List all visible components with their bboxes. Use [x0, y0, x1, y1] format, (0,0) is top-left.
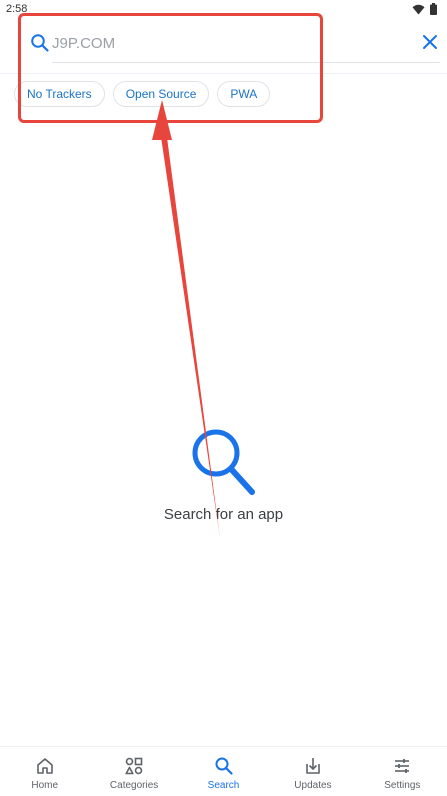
nav-label-search: Search	[207, 780, 240, 791]
filter-chips: No Trackers Open Source PWA	[14, 81, 271, 107]
nav-item-updates[interactable]: Updates	[268, 747, 357, 796]
empty-state-text: Search for an app	[163, 506, 284, 523]
search-input[interactable]	[52, 27, 412, 59]
search-underline	[52, 62, 440, 63]
nav-label-home: Home	[31, 780, 59, 791]
chip-pwa[interactable]: PWA	[217, 81, 271, 107]
download-icon	[306, 758, 320, 774]
nav-label-settings: Settings	[384, 780, 421, 791]
nav-item-search[interactable]: Search	[179, 747, 268, 796]
sliders-icon	[395, 759, 410, 773]
status-icons	[412, 3, 437, 15]
chip-no-trackers[interactable]: No Trackers	[14, 81, 105, 107]
home-icon	[36, 758, 53, 774]
header-divider	[0, 73, 447, 74]
search-icon	[215, 757, 233, 775]
categories-icon	[125, 757, 143, 775]
annotation-arrow	[152, 100, 220, 538]
nav-label-categories: Categories	[109, 780, 159, 791]
nav-item-home[interactable]: Home	[0, 747, 89, 796]
empty-state: Search for an app	[0, 428, 447, 523]
battery-icon	[430, 3, 437, 15]
status-time: 2:58	[6, 3, 28, 15]
wifi-icon	[412, 4, 425, 14]
close-icon[interactable]	[422, 34, 438, 50]
search-bar	[22, 24, 440, 63]
search-icon	[31, 34, 49, 52]
chip-open-source[interactable]: Open Source	[112, 81, 210, 107]
status-bar: 2:58	[0, 0, 447, 20]
nav-item-settings[interactable]: Settings	[358, 747, 447, 796]
nav-item-categories[interactable]: Categories	[89, 747, 178, 796]
nav-label-updates: Updates	[294, 780, 332, 791]
bottom-nav: Home Categories Search Updates Settings	[0, 746, 447, 796]
empty-search-icon	[192, 429, 255, 495]
